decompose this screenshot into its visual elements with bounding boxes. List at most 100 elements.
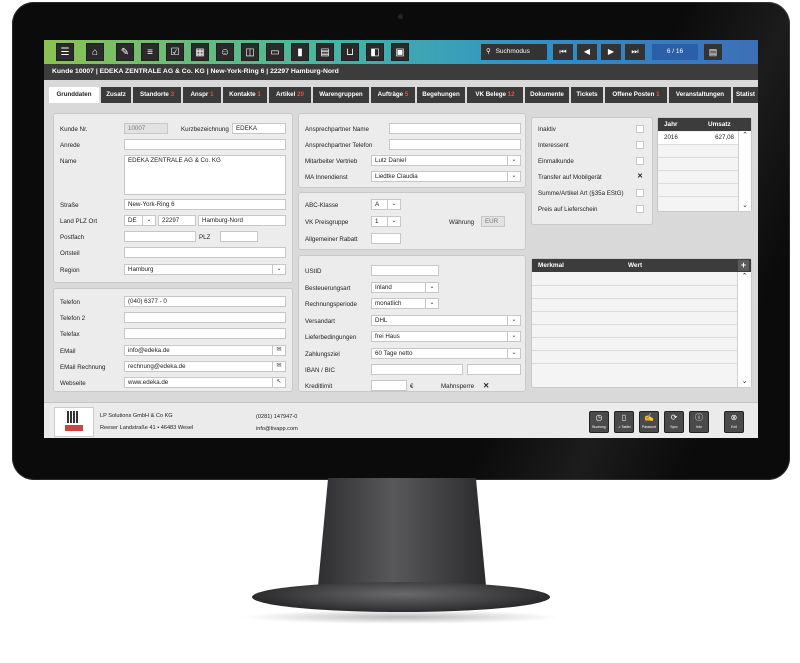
fire-extinguisher-icon[interactable]: ▮ xyxy=(291,43,309,61)
exit-button[interactable]: ⊗ Exit xyxy=(724,411,744,433)
add-icon[interactable]: + xyxy=(738,260,749,271)
menu-icon[interactable]: ☰ xyxy=(56,43,74,61)
chevron-down-icon[interactable]: ⌄ xyxy=(739,201,751,209)
versandart-select[interactable]: DHL ⌄ xyxy=(371,315,521,326)
tablet-icon: ▯ xyxy=(621,413,627,422)
tab-veranstaltungen[interactable]: Veranstaltungen xyxy=(669,87,731,103)
ansprech-name-field[interactable] xyxy=(389,123,521,134)
plz2-field[interactable] xyxy=(220,231,258,242)
kreditlimit-field[interactable] xyxy=(371,380,407,391)
tab-vk-belege[interactable]: VK Belege 12 xyxy=(467,87,523,103)
next-record-button[interactable]: ▶ xyxy=(601,44,621,60)
telefon2-field[interactable] xyxy=(124,312,286,323)
buchung-button[interactable]: ◷ Buchung xyxy=(589,411,609,433)
checkbox-icon[interactable]: ☑ xyxy=(166,43,184,61)
tab-offene-posten[interactable]: Offene Posten 1 xyxy=(605,87,667,103)
chevron-up-icon[interactable]: ⌃ xyxy=(739,131,751,139)
mail-icon[interactable]: ✉ xyxy=(272,346,285,355)
postfach-field[interactable] xyxy=(124,231,196,242)
basket-icon[interactable]: ⊔ xyxy=(341,43,359,61)
strasse-field[interactable]: New-York-Ring 6 xyxy=(124,199,286,210)
tablet-button[interactable]: ▯ -> Tablet xyxy=(614,411,634,433)
stamp-icon[interactable]: ▤ xyxy=(316,43,334,61)
gallery-alt-icon[interactable]: ▣ xyxy=(391,43,409,61)
innendienst-select[interactable]: Liedtke Claudia ⌄ xyxy=(371,171,521,182)
first-record-button[interactable]: ⏮ xyxy=(553,44,573,60)
telefon-field[interactable]: (040) 6377 - 0 xyxy=(124,296,286,307)
chevron-down-icon: ⌄ xyxy=(507,332,520,341)
ansprech-name-label: Ansprechpartner Name xyxy=(305,126,369,133)
vk-preisgruppe-select[interactable]: 1 ⌄ xyxy=(371,216,401,227)
tab-anspr[interactable]: Anspr 1 xyxy=(183,87,221,103)
calendar-icon[interactable]: ▦ xyxy=(191,43,209,61)
info-button[interactable]: ⓘ Info xyxy=(689,411,709,433)
inbox-icon[interactable]: ▭ xyxy=(266,43,284,61)
cursor-link-icon[interactable]: ↖ xyxy=(272,378,285,387)
passwort-button[interactable]: ✍ Passwort xyxy=(639,411,659,433)
name-field[interactable]: EDEKA ZENTRALE AG & Co. KG xyxy=(124,155,286,195)
flag-interessent-checkbox[interactable] xyxy=(636,141,644,149)
gallery-icon[interactable]: ◧ xyxy=(366,43,384,61)
zahlungsziel-select[interactable]: 60 Tage netto ⌄ xyxy=(371,348,521,359)
tab-dokumente[interactable]: Dokumente xyxy=(525,87,569,103)
anrede-field[interactable] xyxy=(124,139,286,150)
umsatz-scrollbar[interactable]: ⌃ ⌄ xyxy=(738,131,751,211)
document-icon[interactable]: ▤ xyxy=(704,44,722,60)
webseite-field[interactable]: www.edeka.de ↖ xyxy=(124,377,286,388)
lieferbedingungen-select[interactable]: frei Haus ⌄ xyxy=(371,331,521,342)
ort-field[interactable]: Hamburg-Nord xyxy=(198,215,286,226)
last-record-button[interactable]: ⏭ xyxy=(625,44,645,60)
sync-button[interactable]: ⟳ Sync xyxy=(664,411,684,433)
rabatt-field[interactable] xyxy=(371,233,401,244)
abc-klasse-select[interactable]: A ⌄ xyxy=(371,199,401,210)
table-row xyxy=(532,273,737,286)
email-rechnung-field[interactable]: rechnung@edeka.de ✉ xyxy=(124,361,286,372)
flag-transfer-checkbox[interactable]: ✕ xyxy=(636,173,644,181)
land-select[interactable]: DE ⌄ xyxy=(124,215,156,226)
land-plz-ort-label: Land PLZ Ort xyxy=(60,218,98,225)
email-field[interactable]: info@edeka.de ✉ xyxy=(124,345,286,356)
telefax-field[interactable] xyxy=(124,328,286,339)
ansprech-tel-field[interactable] xyxy=(389,139,521,150)
chevron-down-icon[interactable]: ⌄ xyxy=(738,377,751,385)
flags-panel: Inaktiv Interessent Einmalkunde Transfer… xyxy=(531,117,653,225)
tab-kontakte[interactable]: Kontakte 1 xyxy=(223,87,267,103)
region-select[interactable]: Hamburg ⌄ xyxy=(124,264,286,275)
coins-icon[interactable]: ≡ xyxy=(141,43,159,61)
bic-field[interactable] xyxy=(467,364,521,375)
tab-warengruppen[interactable]: Warengruppen xyxy=(313,87,369,103)
besteuerung-select[interactable]: Inland ⌄ xyxy=(371,282,439,293)
flag-preis-checkbox[interactable] xyxy=(636,205,644,213)
versandart-label: Versandart xyxy=(305,318,335,325)
box-icon[interactable]: ◫ xyxy=(241,43,259,61)
table-row[interactable]: 2016 627,08 xyxy=(658,132,738,145)
home-icon[interactable]: ⌂ xyxy=(86,43,104,61)
merkmal-scrollbar[interactable]: ⌃ ⌄ xyxy=(737,272,751,387)
wrench-icon[interactable]: ✎ xyxy=(116,43,134,61)
plz-field[interactable]: 22297 xyxy=(158,215,196,226)
periode-select[interactable]: monatlich ⌄ xyxy=(371,298,439,309)
tab-tickets[interactable]: Tickets xyxy=(571,87,603,103)
flag-inaktiv-checkbox[interactable] xyxy=(636,125,644,133)
tab-grunddaten[interactable]: Grunddaten xyxy=(49,87,99,103)
tab-begehungen[interactable]: Begehungen xyxy=(417,87,465,103)
people-icon[interactable]: ☺ xyxy=(216,43,234,61)
tab-standorte[interactable]: Standorte 3 xyxy=(133,87,181,103)
kurzbezeichnung-field[interactable]: EDEKA xyxy=(232,123,286,134)
mahnsperre-checkbox[interactable]: ✕ xyxy=(483,381,489,390)
search-mode-button[interactable]: ⚲ Suchmodus xyxy=(481,44,547,60)
mail-icon[interactable]: ✉ xyxy=(272,362,285,371)
ortsteil-field[interactable] xyxy=(124,247,286,258)
tab-statistik[interactable]: Statist xyxy=(733,87,758,103)
tab-artikel[interactable]: Artikel 20 xyxy=(269,87,311,103)
flag-einmalkunde-checkbox[interactable] xyxy=(636,157,644,165)
table-row xyxy=(532,325,737,338)
tab-auftraege[interactable]: Aufträge 5 xyxy=(371,87,415,103)
vertrieb-select[interactable]: Lutz Daniel ⌄ xyxy=(371,155,521,166)
tab-zusatz[interactable]: Zusatz xyxy=(101,87,131,103)
previous-record-button[interactable]: ◀ xyxy=(577,44,597,60)
chevron-up-icon[interactable]: ⌃ xyxy=(738,272,751,280)
ustid-field[interactable] xyxy=(371,265,439,276)
iban-field[interactable] xyxy=(371,364,463,375)
flag-summe-checkbox[interactable] xyxy=(636,189,644,197)
